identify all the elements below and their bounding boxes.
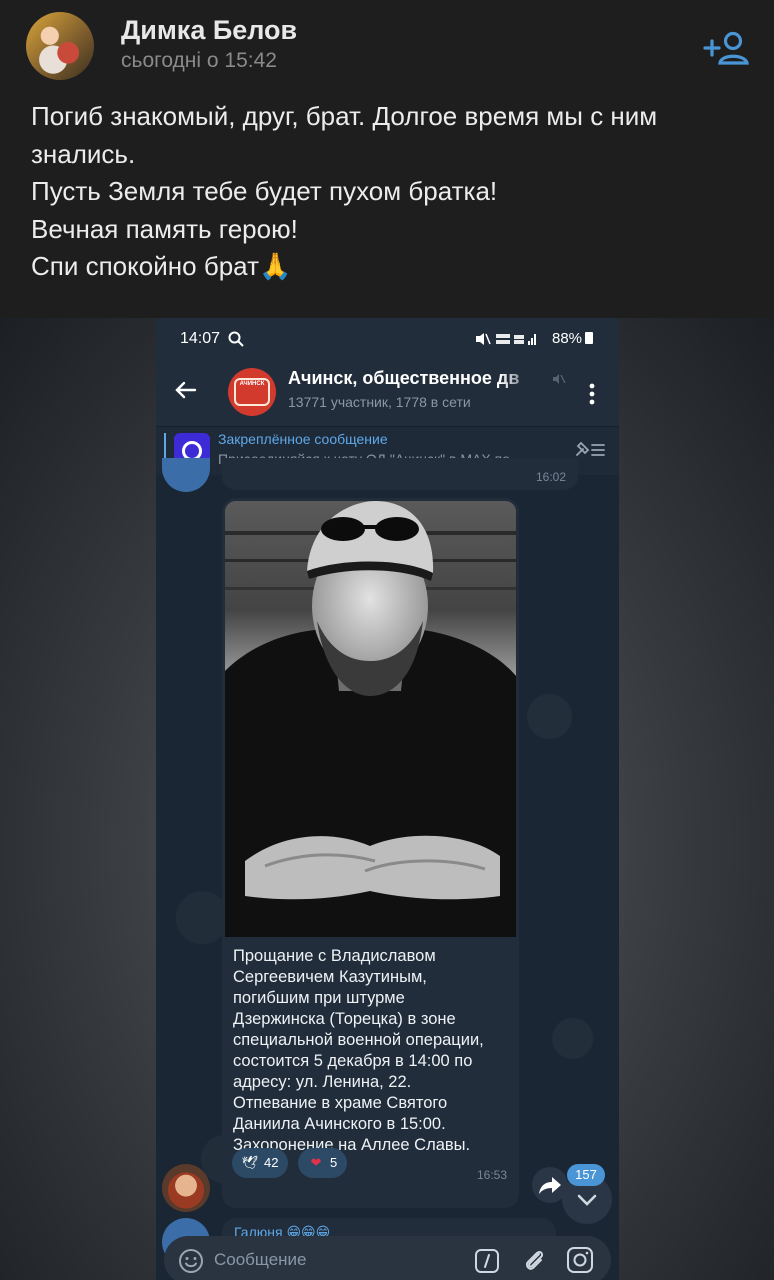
attached-phone-screenshot[interactable]: 14:07 88% АЧИНСК Ачинск, общественное дв… — [156, 318, 619, 1280]
group-avatar[interactable]: АЧИНСК — [228, 368, 276, 416]
group-logo-text: АЧИНСК — [239, 381, 265, 387]
more-options-icon[interactable] — [586, 380, 598, 408]
message-text-line: Даниила Ачинского в 15:00. — [233, 1115, 446, 1133]
reaction-count: 42 — [264, 1155, 279, 1170]
message-bubble[interactable]: Прощание с Владиславом Сергеевичем Казут… — [222, 498, 519, 1208]
back-arrow-icon[interactable] — [172, 376, 200, 404]
reaction-heart[interactable]: ❤ 5 — [298, 1148, 348, 1178]
battery-text: 88% — [552, 330, 583, 347]
group-member-count: 13771 участник, 1778 в сети — [288, 394, 471, 410]
message-photo[interactable] — [225, 501, 516, 937]
message-text-line: Дзержинска (Торецка) в зоне — [233, 1010, 456, 1028]
portrait-photo — [225, 501, 516, 937]
message-time: 16:53 — [476, 1168, 507, 1182]
previous-message-bubble[interactable]: 16:02 — [222, 458, 578, 490]
signal-icons — [476, 333, 536, 345]
message-text-line: Отпевание в храме Святого — [233, 1094, 448, 1112]
message-text-line: погибшим при штурме — [233, 989, 405, 1007]
message-input-bar — [164, 1236, 611, 1280]
reaction-count: 5 — [330, 1155, 338, 1170]
bot-command-icon[interactable] — [474, 1248, 500, 1274]
chat-header: АЧИНСК Ачинск, общественное дв 13771 уча… — [156, 362, 619, 426]
post-text-line: Спи спокойно брат🙏 — [31, 251, 292, 281]
post-text-line: Вечная память герою! — [31, 213, 298, 244]
paperclip-icon[interactable] — [520, 1246, 548, 1274]
post-text-line: Погиб знакомый, друг, брат. Долгое время… — [31, 101, 658, 131]
search-icon — [228, 331, 244, 347]
status-time: 14:07 — [180, 330, 221, 347]
battery-level: 88% — [552, 330, 594, 347]
post-time: сьогодні о 15:42 — [121, 49, 277, 72]
sender-avatar[interactable] — [162, 1164, 210, 1212]
message-text-line: состоится 5 декабря в 14:00 по — [233, 1052, 473, 1070]
message-text-line: адресу: ул. Ленина, 22. — [233, 1073, 412, 1091]
post-text-line: Пусть Земля тебе будет пухом братка! — [31, 176, 498, 206]
previous-message-time: 16:02 — [535, 470, 566, 484]
group-title[interactable]: Ачинск, общественное дв — [288, 368, 538, 389]
reaction-dove[interactable]: 🕊 42 — [232, 1148, 289, 1178]
emoji-icon[interactable] — [178, 1248, 204, 1274]
pinned-title: Закреплённое сообщение — [218, 431, 388, 447]
post-text-line: знались. — [31, 138, 136, 169]
mute-icon — [553, 374, 566, 384]
status-bar: 14:07 88% — [156, 318, 619, 362]
pinned-list-icon[interactable] — [574, 437, 606, 461]
message-text-line: специальной военной операции, — [233, 1031, 484, 1049]
post-header: Димка Белов сьогодні о 15:42 — [0, 0, 774, 90]
unread-count-badge: 157 — [567, 1164, 605, 1186]
message-text-line: Прощание с Владиславом — [233, 947, 436, 965]
author-avatar[interactable] — [26, 12, 94, 80]
message-input[interactable] — [214, 1236, 444, 1280]
battery-icon — [585, 332, 594, 344]
message-text: Прощание с Владиславом Сергеевичем Казут… — [233, 946, 518, 1156]
message-text-line: Сергеевичем Казутиным, — [233, 968, 427, 986]
camera-icon[interactable] — [566, 1246, 594, 1274]
dove-icon: 🕊 — [241, 1155, 259, 1170]
heart-icon: ❤ — [310, 1155, 322, 1170]
author-name[interactable]: Димка Белов — [121, 15, 297, 46]
post-text: Погиб знакомый, друг, брат. Долгое время… — [31, 98, 751, 286]
add-friend-icon[interactable] — [703, 30, 751, 66]
